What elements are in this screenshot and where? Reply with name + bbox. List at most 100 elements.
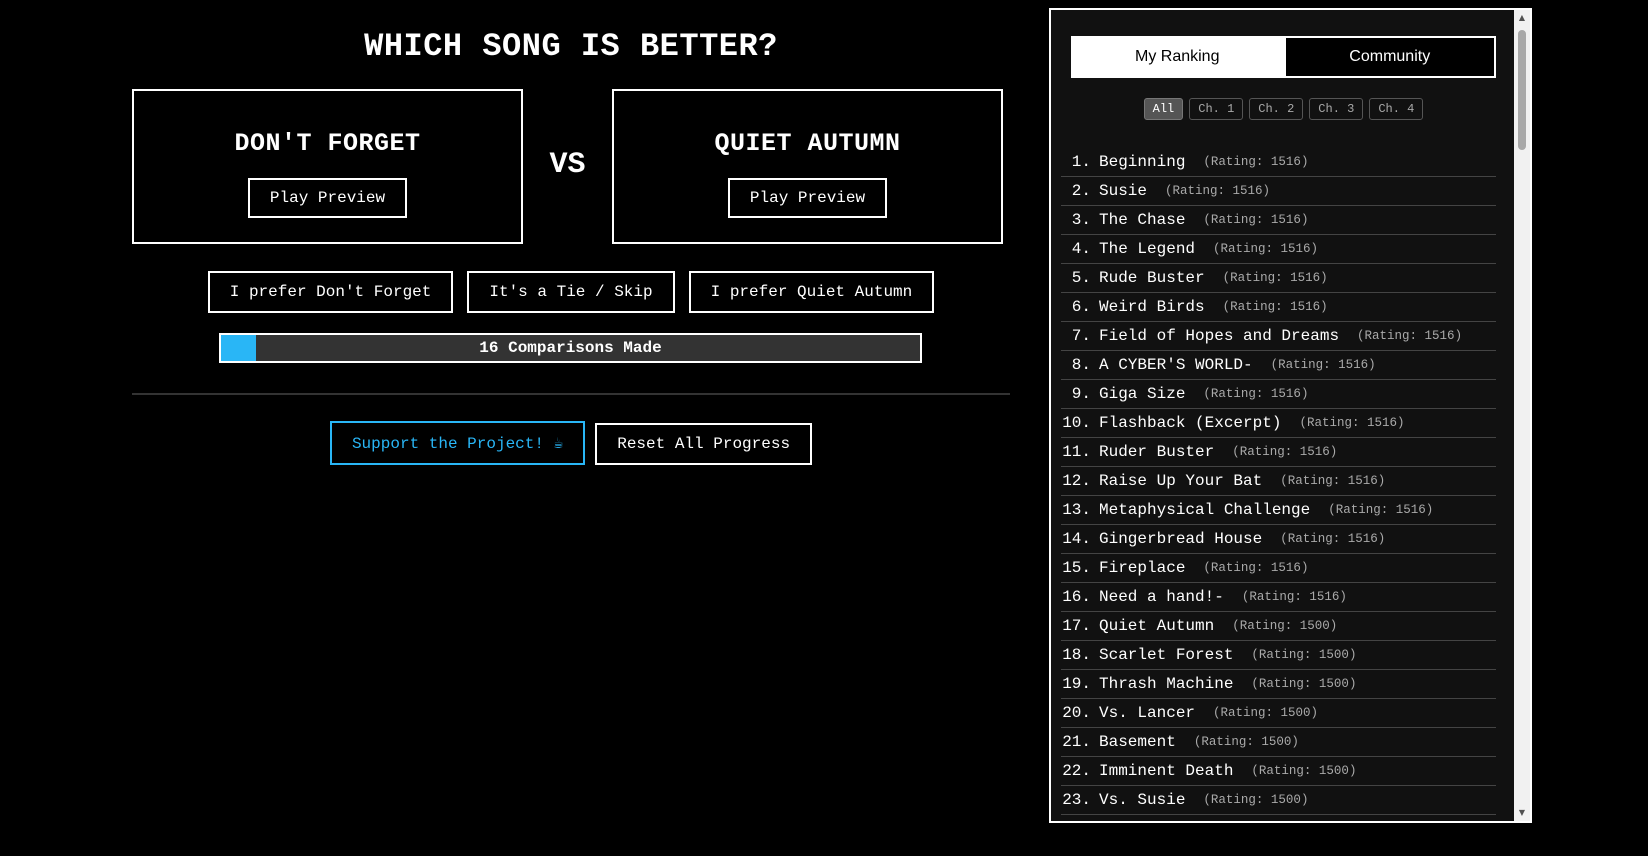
- song-rating: (Rating: 1516): [1299, 416, 1405, 430]
- rank-number: 21.: [1062, 733, 1091, 751]
- rank-number: 16.: [1062, 588, 1091, 606]
- song-title: Field of Hopes and Dreams: [1099, 327, 1340, 345]
- song-title: The Chase: [1099, 211, 1186, 229]
- song-rating: (Rating: 1500): [1203, 793, 1309, 807]
- ranking-item: 7. Field of Hopes and Dreams (Rating: 1516…: [1061, 322, 1496, 351]
- song-rating: (Rating: 1516): [1203, 213, 1309, 227]
- song-title: Rouxls Kaard: [1099, 820, 1214, 821]
- ranking-list: 1. Beginning (Rating: 1516) 2. Susie (Rating:…: [1061, 148, 1496, 823]
- reset-progress-button[interactable]: Reset All Progress: [595, 423, 813, 465]
- rank-number: 12.: [1062, 472, 1091, 490]
- song-rating: (Rating: 1516): [1222, 300, 1328, 314]
- song-rating: (Rating: 1500): [1251, 764, 1357, 778]
- tie-skip-button[interactable]: It's a Tie / Skip: [467, 271, 675, 313]
- ranking-item: 4. The Legend (Rating: 1516): [1061, 235, 1496, 264]
- song-title: Fireplace: [1099, 559, 1186, 577]
- rank-number: 23.: [1062, 791, 1091, 809]
- rank-number: 14.: [1062, 530, 1091, 548]
- song-title: Vs. Susie: [1099, 791, 1186, 809]
- filter-ch4[interactable]: Ch. 4: [1369, 98, 1424, 120]
- song-rating: (Rating: 1516): [1203, 155, 1309, 169]
- ranking-item: 16. Need a hand!- (Rating: 1516): [1061, 583, 1496, 612]
- sidebar-scrollbar[interactable]: ▲ ▼: [1514, 10, 1530, 821]
- song-rating: (Rating: 1516): [1203, 561, 1309, 575]
- song-rating: (Rating: 1516): [1328, 503, 1434, 517]
- divider: [132, 393, 1010, 395]
- song-title: Weird Birds: [1099, 298, 1205, 316]
- song-rating: (Rating: 1500): [1232, 619, 1338, 633]
- rank-number: 10.: [1062, 414, 1091, 432]
- rank-number: 1.: [1071, 153, 1091, 171]
- song-rating: (Rating: 1500): [1213, 706, 1319, 720]
- filter-ch1[interactable]: Ch. 1: [1189, 98, 1244, 120]
- tab-community[interactable]: Community: [1283, 36, 1496, 78]
- rank-number: 17.: [1062, 617, 1091, 635]
- rank-number: 9.: [1071, 385, 1091, 403]
- song-rating: (Rating: 1516): [1232, 445, 1338, 459]
- support-project-button[interactable]: Support the Project! ☕: [329, 421, 586, 465]
- ranking-item: 13. Metaphysical Challenge (Rating: 1516): [1061, 496, 1496, 525]
- rank-number: 8.: [1071, 356, 1091, 374]
- scroll-up-icon[interactable]: ▲: [1514, 11, 1530, 25]
- progress-label: 16 Comparisons Made: [479, 339, 662, 357]
- rank-number: 20.: [1062, 704, 1091, 722]
- scroll-thumb[interactable]: [1518, 30, 1526, 150]
- song-rating: (Rating: 1516): [1213, 242, 1319, 256]
- song-title: Quiet Autumn: [1099, 617, 1215, 635]
- ranking-item: 15. Fireplace (Rating: 1516): [1061, 554, 1496, 583]
- progress-bar: 16 Comparisons Made: [219, 333, 922, 363]
- ranking-item: 14. Gingerbread House (Rating: 1516): [1061, 525, 1496, 554]
- rank-number: 24.: [1061, 820, 1099, 821]
- song-title: Metaphysical Challenge: [1099, 501, 1311, 519]
- filter-ch2[interactable]: Ch. 2: [1249, 98, 1304, 120]
- rank-number: 19.: [1062, 675, 1091, 693]
- filter-all[interactable]: All: [1143, 98, 1184, 120]
- footer-actions: Support the Project! ☕ Reset All Progres…: [132, 421, 1010, 465]
- prefer-right-button[interactable]: I prefer Quiet Autumn: [688, 271, 935, 313]
- rank-number: 22.: [1062, 762, 1091, 780]
- song-title: Basement: [1099, 733, 1176, 751]
- rank-number: 3.: [1071, 211, 1091, 229]
- song-rating: (Rating: 1500): [1251, 677, 1357, 691]
- prefer-left-button[interactable]: I prefer Don't Forget: [207, 271, 454, 313]
- song-name-right: QUIET AUTUMN: [714, 129, 901, 158]
- song-name-left: DON'T FORGET: [234, 129, 421, 158]
- ranking-item: 17. Quiet Autumn (Rating: 1500): [1061, 612, 1496, 641]
- song-card-right: QUIET AUTUMN Play Preview: [612, 89, 1003, 244]
- song-rating: (Rating: 1500): [1232, 822, 1337, 823]
- rank-number: 4.: [1071, 240, 1091, 258]
- ranking-item: 10. Flashback (Excerpt) (Rating: 1516): [1061, 409, 1496, 438]
- scroll-down-icon[interactable]: ▼: [1514, 806, 1530, 820]
- ranking-sidebar: My Ranking Community All Ch. 1 Ch. 2 Ch.…: [1049, 8, 1532, 823]
- ranking-item: 19. Thrash Machine (Rating: 1500): [1061, 670, 1496, 699]
- ranking-item: 6. Weird Birds (Rating: 1516): [1061, 293, 1496, 322]
- song-title: Giga Size: [1099, 385, 1186, 403]
- ranking-item: 11. Ruder Buster (Rating: 1516): [1061, 438, 1496, 467]
- ranking-item: 5. Rude Buster (Rating: 1516): [1061, 264, 1496, 293]
- ranking-item: 23. Vs. Susie (Rating: 1500): [1061, 786, 1496, 815]
- filter-ch3[interactable]: Ch. 3: [1309, 98, 1364, 120]
- song-title: Rude Buster: [1099, 269, 1205, 287]
- tab-my-ranking[interactable]: My Ranking: [1071, 36, 1284, 78]
- song-title: Ruder Buster: [1099, 443, 1215, 461]
- play-preview-right-button[interactable]: Play Preview: [727, 178, 888, 218]
- rank-number: 7.: [1071, 327, 1091, 345]
- choice-buttons: I prefer Don't Forget It's a Tie / Skip …: [132, 271, 1010, 313]
- song-title: The Legend: [1099, 240, 1196, 258]
- rank-number: 5.: [1071, 269, 1091, 287]
- ranking-item: 9. Giga Size (Rating: 1516): [1061, 380, 1496, 409]
- song-title: A CYBER'S WORLD-: [1099, 356, 1253, 374]
- song-rating: (Rating: 1516): [1280, 532, 1386, 546]
- rank-number: 13.: [1062, 501, 1091, 519]
- song-title: Imminent Death: [1099, 762, 1234, 780]
- ranking-item: 21. Basement (Rating: 1500): [1061, 728, 1496, 757]
- song-rating: (Rating: 1500): [1193, 735, 1299, 749]
- song-title: Susie: [1099, 182, 1148, 200]
- page-title: WHICH SONG IS BETTER?: [364, 28, 778, 65]
- song-rating: (Rating: 1516): [1165, 184, 1271, 198]
- play-preview-left-button[interactable]: Play Preview: [247, 178, 408, 218]
- rank-number: 15.: [1062, 559, 1091, 577]
- song-title: Raise Up Your Bat: [1099, 472, 1263, 490]
- ranking-item: 18. Scarlet Forest (Rating: 1500): [1061, 641, 1496, 670]
- song-rating: (Rating: 1516): [1241, 590, 1347, 604]
